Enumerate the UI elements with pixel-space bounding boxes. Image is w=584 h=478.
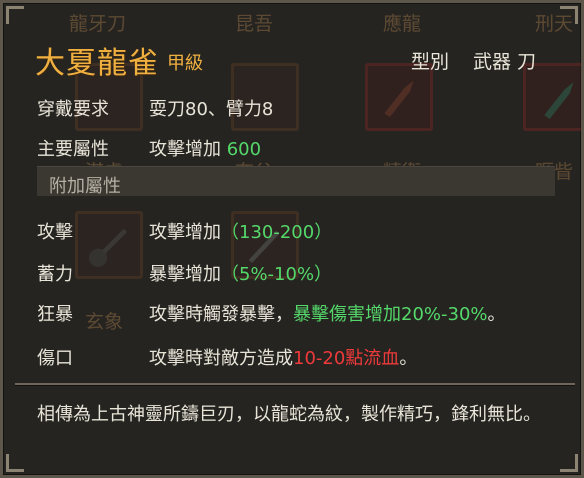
attr-suffix: 。 — [487, 304, 506, 325]
requirement-label: 穿戴要求 — [37, 99, 109, 120]
attr-value: 攻擊增加（130-200） — [149, 218, 332, 244]
attr-value: 暴擊增加（5%-10%） — [149, 260, 332, 286]
item-type-label: 型別 — [411, 51, 450, 73]
attr-label: 蓄力 — [37, 264, 73, 285]
extra-attributes-header: 附加屬性 — [37, 166, 555, 197]
attr-label: 攻擊 — [37, 222, 73, 243]
attr-text: 攻擊時觸發暴擊， — [149, 304, 293, 325]
blade-icon — [544, 82, 574, 119]
attr-number: （130-200） — [221, 222, 333, 243]
attr-number: 暴擊傷害增加20%-30% — [293, 304, 488, 325]
attr-suffix: 。 — [399, 348, 418, 369]
frame-corner — [560, 6, 578, 24]
primary-attr-label: 主要屬性 — [37, 139, 109, 160]
requirement-value: 耍刀80、臂力8 — [149, 99, 274, 120]
attr-value: 攻擊時對敵方造成10-20點流血。 — [149, 344, 417, 370]
bg-item-label: 玄象 — [85, 311, 124, 333]
item-grade: 甲級 — [167, 53, 203, 74]
bg-item-slot — [75, 211, 143, 279]
primary-attr-number: 600 — [226, 139, 262, 160]
item-name: 大夏龍雀 — [35, 46, 159, 81]
section-title: 附加屬性 — [49, 176, 121, 197]
attr-text: 攻擊時對敵方造成 — [149, 348, 293, 369]
frame-corner — [6, 6, 24, 24]
bg-item-label: 龍牙刀 — [69, 13, 127, 35]
attr-text: 攻擊增加 — [149, 222, 221, 243]
bg-item-label: 昆吾 — [235, 13, 274, 35]
item-description: 相傳為上古神靈所鑄巨刃，以龍蛇為紋，製作精巧，鋒利無比。 — [37, 404, 541, 425]
spear-icon — [384, 80, 414, 118]
primary-attr-value: 攻擊增加 600 — [149, 135, 261, 161]
attr-number: （5%-10%） — [221, 264, 333, 285]
bg-item-label: 應龍 — [383, 13, 422, 35]
divider — [15, 383, 575, 386]
frame-corner — [560, 454, 578, 472]
item-type-value: 武器 刀 — [473, 51, 537, 73]
attr-label: 傷口 — [37, 348, 73, 369]
club-icon — [88, 228, 128, 267]
attr-value: 攻擊時觸發暴擊，暴擊傷害增加20%-30%。 — [149, 300, 506, 326]
attr-label: 狂暴 — [37, 304, 73, 325]
frame-corner — [6, 454, 24, 472]
attr-number: 10-20點流血 — [293, 348, 400, 369]
item-tooltip: 龍牙刀 昆吾 應龍 刑天 湛盧 夸父 精衛 睚眥 — [0, 0, 584, 478]
attr-text: 暴擊增加 — [149, 264, 221, 285]
primary-attr-text: 攻擊增加 — [149, 139, 227, 160]
